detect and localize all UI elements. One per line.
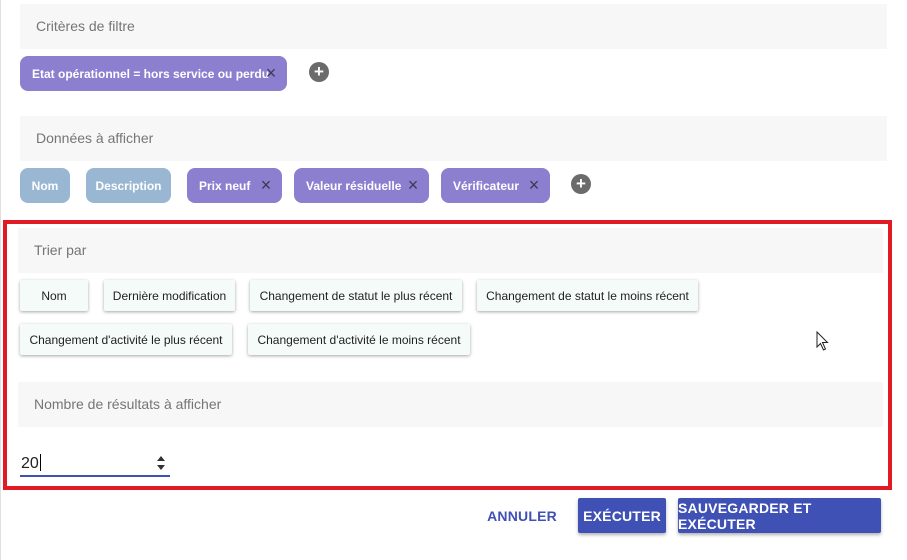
close-icon[interactable]: × [526,176,542,194]
close-icon[interactable]: × [263,64,279,82]
close-icon[interactable]: × [405,176,421,194]
display-chip-valeur-residuelle[interactable]: Valeur résiduelle × [294,168,429,203]
display-chip-label: Nom [31,178,59,193]
sort-option-nom[interactable]: Nom [20,280,88,311]
results-count-value: 20 [21,455,39,472]
query-builder-panel: Critères de filtre Etat opérationnel = h… [0,0,907,560]
sort-by-header: Trier par [18,228,883,273]
save-and-execute-button[interactable]: SAUVEGARDER ET EXÉCUTER [678,498,881,533]
plus-circle-icon[interactable]: + [309,62,329,82]
display-chip-nom[interactable]: Nom [20,168,70,203]
display-chip-label: Vérificateur [453,178,520,193]
sort-option-status-newest[interactable]: Changement de statut le plus récent [250,280,462,311]
display-chip-label: Description [95,178,162,193]
plus-circle-icon[interactable]: + [571,174,591,194]
results-count-input[interactable]: 20 [20,452,170,477]
filter-chip-label: Etat opérationnel = hors service ou perd… [32,66,270,81]
sort-option-last-modified[interactable]: Dernière modification [104,280,235,311]
mouse-cursor-icon [816,331,829,351]
sort-option-activity-oldest[interactable]: Changement d'activité le moins récent [248,324,470,355]
sort-option-status-oldest[interactable]: Changement de statut le moins récent [477,280,698,311]
display-chip-verificateur[interactable]: Vérificateur × [441,168,550,203]
execute-button[interactable]: EXÉCUTER [578,498,666,533]
display-chip-prix-neuf[interactable]: Prix neuf × [187,168,282,203]
display-chip-description[interactable]: Description [86,168,171,203]
filter-chip[interactable]: Etat opérationnel = hors service ou perd… [20,56,287,91]
text-caret [39,454,41,471]
filter-criteria-header: Critères de filtre [20,4,887,49]
display-data-header: Données à afficher [20,116,887,161]
results-count-header: Nombre de résultats à afficher [18,382,883,427]
spinner-arrows-icon[interactable] [156,455,166,471]
close-icon[interactable]: × [258,176,274,194]
display-chip-label: Prix neuf [199,178,251,193]
cancel-button[interactable]: ANNULER [483,498,561,533]
sort-option-activity-newest[interactable]: Changement d'activité le plus récent [20,324,232,355]
display-chip-label: Valeur résiduelle [306,178,402,193]
